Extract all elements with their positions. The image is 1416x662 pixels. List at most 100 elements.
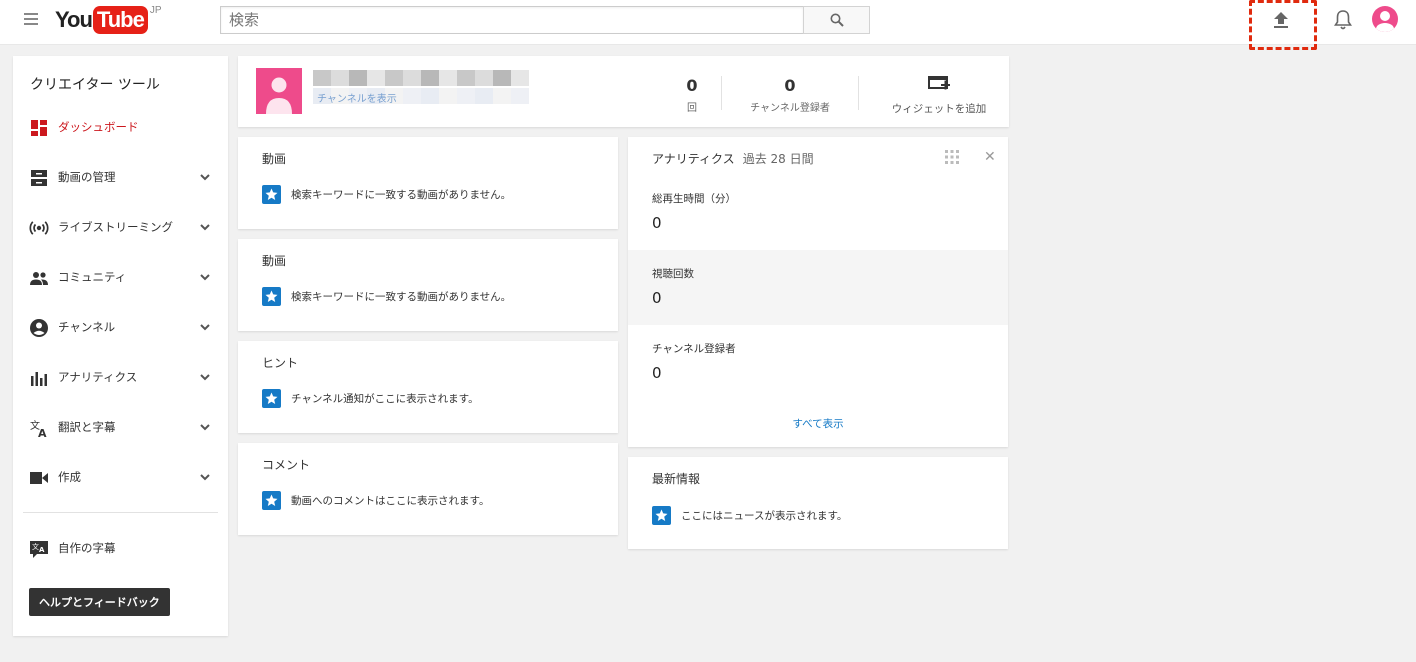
sidebar-item-translations[interactable]: 文 A 翻訳と字幕: [13, 410, 228, 444]
logo-you-text: You: [55, 7, 93, 32]
metric-value: 0: [652, 364, 662, 382]
analytics-period: 過去 28 日間: [742, 152, 814, 166]
subscribers-count: 0: [784, 76, 796, 95]
sidebar-item-label: 自作の字幕: [58, 541, 116, 555]
comments-widget: コメント 動画へのコメントはここに表示されます。: [238, 443, 618, 535]
sidebar-item-create[interactable]: 作成: [13, 460, 228, 494]
svg-text:A: A: [39, 546, 45, 554]
video-manager-icon: [31, 170, 47, 186]
dashboard-icon: [31, 120, 47, 136]
sidebar-item-live-streaming[interactable]: ライブストリーミング: [13, 210, 228, 244]
chevron-down-icon: [200, 374, 210, 381]
widget-message: 検索キーワードに一致する動画がありません。: [262, 287, 511, 306]
widget-message: 検索キーワードに一致する動画がありません。: [262, 185, 511, 204]
sidebar-item-my-subtitles[interactable]: 文 A 自作の字幕: [13, 531, 228, 565]
chevron-down-icon: [200, 474, 210, 481]
analytics-widget: アナリティクス 過去 28 日間 ✕ 総再生時間（分） 0 視聴回数 0 チャンネ…: [628, 137, 1008, 447]
widget-title: 最新情報: [652, 472, 701, 486]
masthead: You Tube JP: [0, 0, 1416, 50]
sidebar-item-community[interactable]: コミュニティ: [13, 260, 228, 294]
sidebar-item-label: アナリティクス: [58, 370, 138, 384]
chevron-down-icon: [200, 324, 210, 331]
views-count: 0: [686, 76, 698, 95]
widget-title: コメント: [262, 458, 311, 472]
widget-title: ヒント: [262, 356, 299, 370]
user-icon: [266, 77, 292, 114]
sidebar-item-dashboard[interactable]: ダッシュボード: [13, 110, 228, 144]
star-icon: [262, 389, 281, 408]
metric-value: 0: [652, 289, 662, 307]
widget-message: ここにはニュースが表示されます。: [652, 506, 847, 525]
logo-tube-text: Tube: [92, 6, 148, 34]
widget-message: チャンネル通知がここに表示されます。: [262, 389, 479, 408]
star-icon: [262, 287, 281, 306]
sidebar-item-label: ライブストリーミング: [58, 220, 173, 234]
search-icon: [830, 13, 844, 27]
watch-time-metric[interactable]: 総再生時間（分） 0: [628, 175, 1008, 250]
notifications-bell-icon[interactable]: [1333, 8, 1353, 32]
chevron-down-icon: [200, 174, 210, 181]
widget-message-text: 検索キーワードに一致する動画がありません。: [291, 189, 512, 201]
svg-text:A: A: [38, 427, 47, 438]
subscribers-metric[interactable]: チャンネル登録者 0: [628, 325, 1008, 400]
sidebar-item-label: 動画の管理: [58, 170, 116, 184]
analytics-header: アナリティクス 過去 28 日間: [652, 150, 814, 167]
views-label: 回: [687, 103, 697, 114]
sidebar-item-label: コミュニティ: [58, 270, 127, 284]
svg-text:文: 文: [32, 542, 39, 551]
hamburger-menu-icon[interactable]: [24, 13, 38, 27]
help-feedback-button[interactable]: ヘルプとフィードバック: [29, 588, 170, 616]
close-icon[interactable]: ✕: [984, 149, 996, 165]
widget-message-text: 動画へのコメントはここに表示されます。: [291, 495, 490, 507]
sidebar-item-label: チャンネル: [58, 320, 116, 334]
sidebar-item-channel[interactable]: チャンネル: [13, 310, 228, 344]
search-button[interactable]: [803, 6, 870, 34]
metric-label: 総再生時間（分）: [652, 193, 736, 205]
youtube-logo[interactable]: You Tube JP: [55, 6, 162, 36]
star-icon: [262, 491, 281, 510]
tips-widget: ヒント チャンネル通知がここに表示されます。: [238, 341, 618, 433]
view-channel-link-text: チャンネルを表示: [317, 94, 397, 104]
view-channel-link[interactable]: チャンネルを表示: [313, 88, 529, 104]
videos-widget: 動画 検索キーワードに一致する動画がありません。: [238, 239, 618, 331]
videos-widget: 動画 検索キーワードに一致する動画がありません。: [238, 137, 618, 229]
subscribers-stat: 0 チャンネル登録者: [738, 76, 842, 114]
sidebar-item-label: 翻訳と字幕: [58, 420, 116, 434]
channel-icon: [30, 319, 48, 337]
analytics-title: アナリティクス: [652, 152, 735, 166]
account-avatar[interactable]: [1372, 6, 1398, 32]
chevron-down-icon: [200, 274, 210, 281]
show-all-link[interactable]: すべて表示: [628, 416, 1008, 431]
subtitles-icon: 文 A: [30, 541, 48, 558]
search-input[interactable]: [220, 6, 804, 34]
community-icon: [30, 272, 48, 285]
widget-title: 動画: [262, 152, 287, 166]
logo-region-label: JP: [149, 5, 162, 16]
chevron-down-icon: [200, 424, 210, 431]
stat-divider: [858, 76, 859, 110]
drag-handle-icon[interactable]: [945, 150, 959, 164]
views-stat: 0 回: [678, 76, 706, 114]
upload-button[interactable]: [1268, 8, 1294, 34]
add-widget-label: ウィジェットを追加: [891, 103, 987, 115]
channel-avatar[interactable]: [256, 68, 302, 114]
sidebar-title: クリエイター ツール: [30, 77, 160, 93]
sidebar-item-label: 作成: [58, 470, 81, 484]
metric-label: チャンネル登録者: [652, 343, 736, 355]
creator-tools-sidebar: クリエイター ツール ダッシュボード 動画の管理 ライブストリーミング コミュニ…: [13, 56, 228, 636]
metric-value: 0: [652, 214, 662, 232]
widget-message: 動画へのコメントはここに表示されます。: [262, 491, 489, 510]
analytics-icon: [31, 372, 47, 386]
widget-message-text: チャンネル通知がここに表示されます。: [291, 393, 479, 405]
star-icon: [652, 506, 671, 525]
metric-label: 視聴回数: [652, 268, 694, 280]
widget-message-text: ここにはニュースが表示されます。: [681, 510, 848, 522]
chevron-down-icon: [200, 224, 210, 231]
sidebar-item-video-manager[interactable]: 動画の管理: [13, 160, 228, 194]
sidebar-item-analytics[interactable]: アナリティクス: [13, 360, 228, 394]
add-widget-icon: [928, 76, 950, 90]
add-widget-button[interactable]: ウィジェットを追加: [882, 76, 996, 116]
upload-icon: [1274, 12, 1288, 28]
views-metric[interactable]: 視聴回数 0: [628, 250, 1008, 325]
translate-icon: 文 A: [30, 419, 47, 438]
